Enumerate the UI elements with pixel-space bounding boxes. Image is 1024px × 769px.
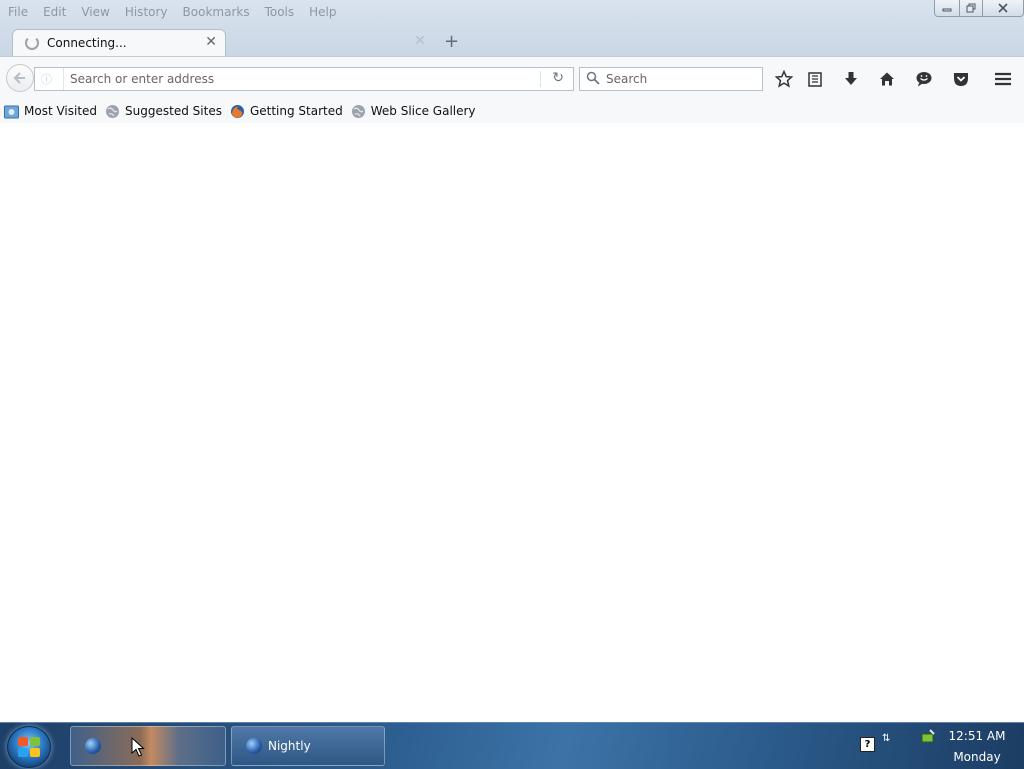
- open-menu-button[interactable]: [991, 67, 1015, 91]
- smiley-chat-icon: [916, 72, 932, 87]
- bookmark-label: Getting Started: [249, 104, 343, 118]
- mouse-cursor-icon: [131, 737, 145, 757]
- home-icon: [880, 72, 894, 86]
- back-arrow-icon: [13, 72, 25, 84]
- clock-day: Monday: [953, 750, 1001, 764]
- bookmark-web-slice-gallery[interactable]: Web Slice Gallery: [351, 104, 476, 119]
- windows-logo-icon: [18, 737, 40, 757]
- bookmark-star-button[interactable]: [772, 67, 796, 91]
- address-bar[interactable]: ⓘ ↻: [34, 67, 574, 91]
- download-arrow-icon: [845, 72, 857, 85]
- bookmark-most-visited[interactable]: Most Visited: [4, 104, 97, 119]
- close-icon: [998, 3, 1008, 13]
- globe-icon: [351, 104, 365, 118]
- inactive-close-icon: ✕: [414, 33, 426, 49]
- tray-arrows-icon[interactable]: ⇅: [882, 734, 890, 744]
- firefox-nightly-icon: [85, 738, 101, 754]
- tab-close-icon[interactable]: ✕: [205, 34, 217, 50]
- url-input[interactable]: [63, 68, 546, 90]
- minimize-icon: [942, 8, 952, 12]
- back-button[interactable]: [6, 64, 34, 92]
- menu-view[interactable]: View: [73, 3, 116, 21]
- restore-icon: [966, 3, 976, 13]
- hamburger-menu-icon: [995, 72, 1011, 86]
- close-window-button[interactable]: [983, 0, 1024, 17]
- taskbar-label: Nightly: [268, 739, 311, 753]
- identity-info-icon[interactable]: ⓘ: [41, 71, 52, 87]
- bookmark-getting-started[interactable]: Getting Started: [230, 104, 343, 119]
- loading-throbber-icon: [25, 36, 39, 50]
- bookmark-label: Suggested Sites: [125, 104, 222, 118]
- search-input[interactable]: [602, 68, 766, 90]
- system-clock[interactable]: 12:51 AM Monday: [946, 726, 1008, 768]
- menu-edit[interactable]: Edit: [35, 3, 73, 21]
- network-icon[interactable]: [920, 728, 936, 744]
- menu-history[interactable]: History: [117, 3, 175, 21]
- menu-bookmarks[interactable]: Bookmarks: [175, 3, 257, 21]
- bookmark-label: Most Visited: [24, 104, 98, 118]
- page-content: [0, 123, 1024, 722]
- bookmark-suggested-sites[interactable]: Suggested Sites: [105, 104, 222, 119]
- globe-icon: [106, 104, 120, 118]
- clock-time: 12:51 AM: [948, 729, 1006, 743]
- restore-button[interactable]: [960, 0, 983, 17]
- tab-title: Connecting...: [47, 36, 127, 50]
- taskbar-nightly-window[interactable]: Nightly: [231, 726, 385, 766]
- bookmark-label: Web Slice Gallery: [370, 104, 476, 118]
- reload-icon[interactable]: ↻: [552, 70, 564, 86]
- pocket-icon: [954, 73, 968, 86]
- most-visited-folder-icon: [4, 105, 19, 118]
- search-bar[interactable]: [579, 67, 766, 91]
- help-icon[interactable]: ?: [860, 737, 875, 752]
- menu-file[interactable]: File: [0, 3, 35, 21]
- minimize-button[interactable]: [934, 0, 960, 17]
- menu-tools[interactable]: Tools: [257, 3, 302, 21]
- bookmarks-list-icon: [808, 72, 822, 87]
- downloads-button[interactable]: [839, 67, 863, 91]
- taskbar-firefox-pinned[interactable]: [70, 726, 226, 766]
- url-separator: [540, 71, 541, 87]
- start-button[interactable]: [7, 726, 51, 768]
- bookmarks-toolbar: Most Visited Suggested Sites Getting Sta…: [0, 99, 1024, 124]
- browser-window: File Edit View History Bookmarks Tools H…: [0, 0, 1024, 722]
- title-bar: File Edit View History Bookmarks Tools H…: [0, 0, 1024, 57]
- chat-button[interactable]: [912, 67, 936, 91]
- tab-connecting[interactable]: Connecting... ✕: [12, 29, 226, 57]
- window-controls: [934, 0, 1024, 17]
- star-icon: [775, 70, 793, 88]
- menu-help[interactable]: Help: [301, 3, 343, 21]
- firefox-icon: [230, 104, 244, 118]
- menu-bar: File Edit View History Bookmarks Tools H…: [0, 3, 344, 21]
- home-button[interactable]: [875, 67, 899, 91]
- new-tab-button[interactable]: +: [444, 31, 459, 52]
- pocket-button[interactable]: [949, 67, 973, 91]
- bookmarks-menu-button[interactable]: [803, 67, 827, 91]
- firefox-nightly-icon: [246, 738, 262, 754]
- search-icon: [586, 71, 600, 85]
- navigation-toolbar: ⓘ ↻: [0, 56, 1024, 99]
